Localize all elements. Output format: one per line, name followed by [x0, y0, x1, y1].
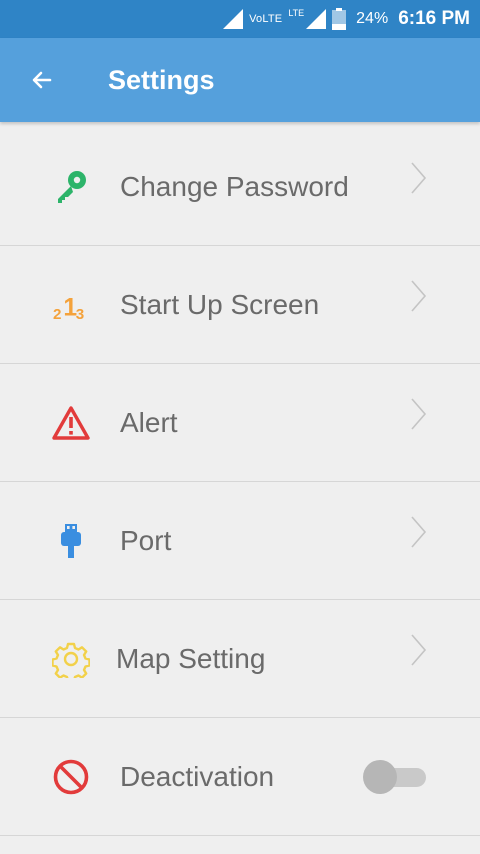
settings-list: Change Password 2 1 3 Start Up Screen Al…	[0, 128, 480, 836]
gear-icon	[52, 640, 90, 678]
settings-item-port[interactable]: Port	[0, 482, 480, 600]
page-title: Settings	[108, 64, 215, 95]
settings-item-map-setting[interactable]: Map Setting	[0, 600, 480, 718]
settings-item-label: Change Password	[120, 170, 349, 202]
123-icon: 2 1 3	[52, 286, 90, 324]
settings-item-label: Deactivation	[120, 760, 275, 792]
status-bar: VoLTE LTE 24% 6:16 PM	[0, 0, 480, 38]
clock: 6:16 PM	[398, 8, 470, 29]
volte-indicator: VoLTE	[249, 13, 283, 25]
settings-item-label: Port	[120, 524, 172, 556]
arrow-left-icon[interactable]	[30, 68, 54, 92]
svg-text:3: 3	[76, 306, 84, 323]
settings-item-deactivation: Deactivation	[0, 718, 480, 836]
cell-signal-icon	[223, 9, 244, 29]
settings-item-label: Alert	[120, 406, 178, 438]
warning-icon	[52, 404, 90, 442]
settings-item-label: Start Up Screen	[120, 288, 320, 320]
battery-percent: 24%	[356, 10, 389, 27]
chevron-right-icon	[411, 633, 427, 666]
settings-item-alert[interactable]: Alert	[0, 364, 480, 482]
usb-icon	[52, 522, 90, 560]
app-bar: Settings	[0, 38, 480, 122]
settings-item-label: Map Setting	[116, 642, 266, 674]
lte-indicator: LTE	[288, 8, 305, 18]
prohibited-icon	[52, 758, 90, 796]
settings-item-start-up-screen[interactable]: 2 1 3 Start Up Screen	[0, 246, 480, 364]
key-icon	[52, 168, 90, 206]
battery-icon	[332, 8, 347, 30]
chevron-right-icon	[411, 397, 427, 430]
chevron-right-icon	[411, 279, 427, 312]
deactivation-toggle[interactable]	[362, 759, 428, 795]
svg-text:2: 2	[53, 306, 61, 323]
settings-item-change-password[interactable]: Change Password	[0, 128, 480, 246]
lte-signal-icon	[306, 9, 327, 29]
chevron-right-icon	[411, 515, 427, 548]
chevron-right-icon	[411, 161, 427, 194]
